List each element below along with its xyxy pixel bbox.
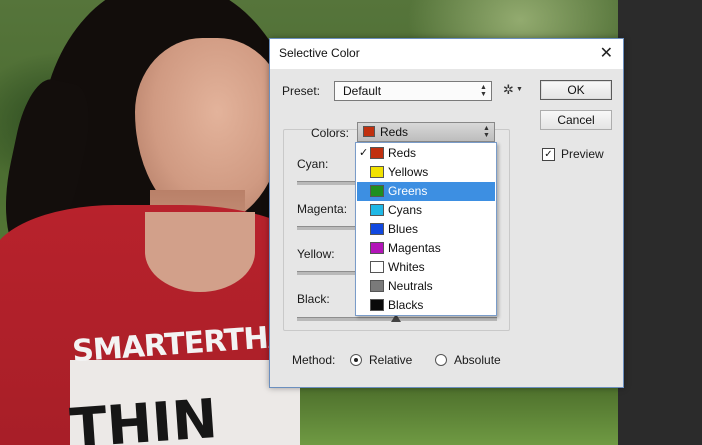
dropdown-option-cyans[interactable]: Cyans: [357, 201, 495, 220]
dropdown-option-label: Blacks: [388, 298, 424, 312]
colors-select[interactable]: Reds ▲ ▼: [357, 122, 495, 142]
dropdown-option-yellows[interactable]: Yellows: [357, 163, 495, 182]
yellows-swatch: [370, 166, 384, 178]
dialog-titlebar: Selective Color ✕: [270, 39, 623, 69]
relative-radio[interactable]: [350, 354, 362, 366]
yellow-label: Yellow:: [297, 247, 335, 261]
whites-swatch: [370, 261, 384, 273]
gear-icon[interactable]: ✲: [503, 82, 514, 98]
dropdown-option-blues[interactable]: Blues: [357, 220, 495, 239]
absolute-label: Absolute: [454, 353, 501, 367]
black-label: Black:: [297, 292, 330, 306]
gear-caret-icon[interactable]: ▼: [516, 86, 523, 93]
relative-label: Relative: [369, 353, 413, 367]
preset-label: Preset:: [282, 84, 321, 98]
select-arrows-icon: ▲ ▼: [483, 125, 490, 139]
dropdown-option-label: Magentas: [388, 241, 441, 255]
colors-dropdown-list: ✓ Reds Yellows Greens Cyans Blues Magent…: [355, 142, 497, 316]
reds-swatch: [363, 126, 375, 137]
dropdown-option-label: Yellows: [388, 165, 429, 179]
close-icon[interactable]: ✕: [600, 43, 613, 63]
preview-label: Preview: [561, 147, 604, 161]
dropdown-option-label: Reds: [388, 146, 417, 160]
dropdown-option-blacks[interactable]: Blacks: [357, 296, 495, 315]
preset-value: Default: [343, 84, 382, 98]
blues-swatch: [370, 223, 384, 235]
dropdown-option-neutrals[interactable]: Neutrals: [357, 277, 495, 296]
workspace-background: [618, 0, 702, 445]
colors-value: Reds: [380, 125, 409, 139]
reds-swatch: [370, 147, 384, 159]
photo-shirt-text-large: THIN: [67, 386, 220, 445]
greens-swatch: [370, 185, 384, 197]
blacks-swatch: [370, 299, 384, 311]
dropdown-option-label: Neutrals: [388, 279, 433, 293]
select-arrows-icon: ▲ ▼: [480, 84, 487, 98]
magenta-label: Magenta:: [297, 202, 348, 216]
method-label: Method:: [292, 353, 336, 367]
preview-checkbox[interactable]: ✓: [542, 148, 555, 161]
cyan-label: Cyan:: [297, 157, 329, 171]
dropdown-option-label: Whites: [388, 260, 425, 274]
dropdown-option-greens[interactable]: Greens: [357, 182, 495, 201]
preset-select[interactable]: Default ▲ ▼: [334, 81, 492, 101]
cancel-button[interactable]: Cancel: [540, 110, 612, 130]
neutrals-swatch: [370, 280, 384, 292]
photo-grass: [300, 385, 618, 445]
ok-button[interactable]: OK: [540, 80, 612, 100]
checkmark-icon: ✓: [544, 149, 553, 160]
absolute-radio[interactable]: [435, 354, 447, 366]
dropdown-option-label: Cyans: [388, 203, 423, 217]
dropdown-option-magentas[interactable]: Magentas: [357, 239, 495, 258]
dropdown-option-reds[interactable]: ✓ Reds: [357, 144, 495, 163]
dialog-title: Selective Color: [279, 46, 360, 60]
photo-collar: [145, 212, 255, 292]
colors-label: Colors:: [311, 126, 350, 140]
dropdown-option-label: Blues: [388, 222, 419, 236]
magentas-swatch: [370, 242, 384, 254]
cyans-swatch: [370, 204, 384, 216]
checkmark-icon: ✓: [359, 147, 369, 159]
dropdown-option-whites[interactable]: Whites: [357, 258, 495, 277]
dropdown-option-label: Greens: [388, 184, 428, 198]
